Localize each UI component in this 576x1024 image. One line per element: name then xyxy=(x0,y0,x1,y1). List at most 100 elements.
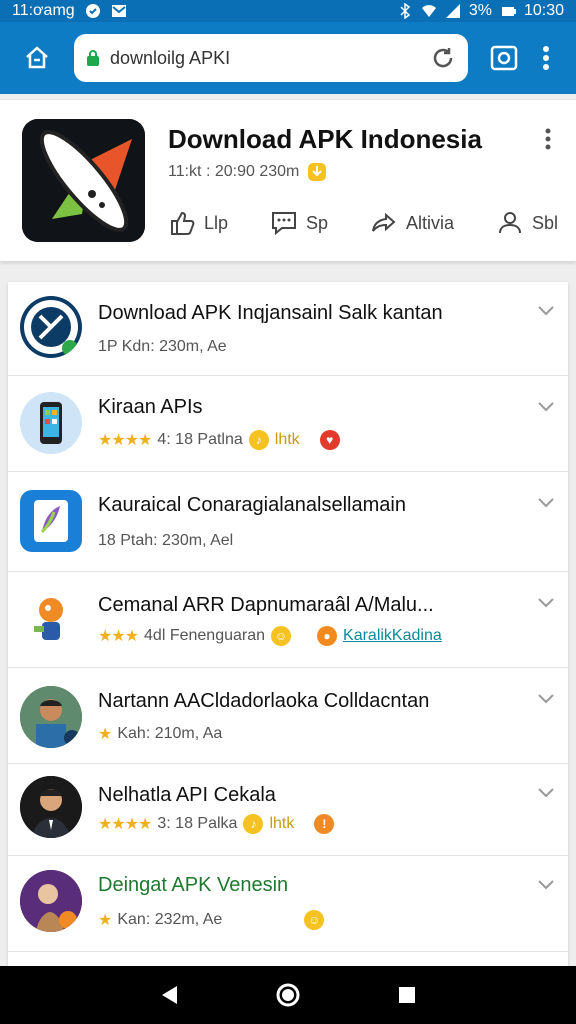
share-icon xyxy=(372,212,396,232)
status-bar: 11:ơamg 3% 10:30 xyxy=(0,0,576,22)
address-bar[interactable]: downloilg APKI xyxy=(74,34,468,82)
item-title: Kauraical Conaragialanalsellamain xyxy=(98,494,406,516)
more-vert-icon xyxy=(545,128,551,150)
rating-stars: ★ xyxy=(98,912,112,929)
tabs-button[interactable] xyxy=(480,34,528,82)
item-link[interactable]: KaralikKadina xyxy=(343,627,442,645)
chevron-down-icon[interactable] xyxy=(538,598,554,608)
list-item[interactable]: Kiraan APIs ★★★★ 4: 18 Patlna ♪ lhtk ♥ xyxy=(8,376,568,472)
app-list: Download APK Inqjansainl Salk kantan 1P … xyxy=(8,282,568,966)
battery-percent: 3% xyxy=(468,2,492,19)
chevron-down-icon[interactable] xyxy=(538,306,554,316)
notification-icon xyxy=(85,4,100,18)
like-button[interactable]: Llp xyxy=(168,209,228,237)
app-meta: 11:kt : 20:90 230m xyxy=(168,162,327,182)
save-icon xyxy=(498,211,521,234)
item-title: Deingat APK Venesin xyxy=(98,874,289,896)
mail-icon xyxy=(111,5,126,17)
back-icon xyxy=(162,986,178,1004)
like-label: Llp xyxy=(204,212,229,233)
list-item[interactable]: Cemanal ARR Dapnumaraâl A/Malu... ★★★ 4d… xyxy=(8,572,568,668)
battery-icon xyxy=(501,7,516,16)
system-nav-bar xyxy=(0,966,576,1024)
app-header-card: Download APK Indonesia 11:kt : 20:90 230… xyxy=(0,100,576,262)
item-meta: 1P Kdn: 230m, Ae xyxy=(98,338,227,355)
item-icon xyxy=(20,588,82,650)
item-icon xyxy=(20,296,82,358)
share-button[interactable]: Altivia xyxy=(370,209,454,237)
list-item[interactable]: Nartann AACldadorlaoka Colldacntan ★ Kah… xyxy=(8,668,568,764)
lock-icon xyxy=(87,50,99,66)
smile-icon: ☺ xyxy=(304,910,325,930)
url-text[interactable]: downloilg APKI xyxy=(110,48,430,69)
item-icon xyxy=(20,392,82,454)
app-icon[interactable] xyxy=(22,119,145,242)
list-item[interactable]: Nelhatla API Cekala ★★★★ 3: 18 Palka ♪ l… xyxy=(8,764,568,856)
item-icon xyxy=(20,870,82,932)
rating-stars: ★★★★ xyxy=(98,432,152,449)
item-subtitle: ★★★★ 3: 18 Palka ♪ lhtk ! xyxy=(98,814,335,834)
status-time-left: 11:ơamg xyxy=(12,2,75,19)
item-extra: lhtk xyxy=(274,431,300,448)
heart-icon: ♥ xyxy=(319,430,340,450)
app-more-button[interactable] xyxy=(538,126,558,152)
back-button[interactable] xyxy=(152,978,186,1012)
item-meta: 4: 18 Patlna xyxy=(157,431,243,448)
comment-button[interactable]: Sp xyxy=(270,209,328,237)
camera-icon: ● xyxy=(317,626,338,646)
item-meta: Kah: 210m, Aa xyxy=(117,725,223,742)
signal-icon xyxy=(445,4,460,18)
chevron-down-icon[interactable] xyxy=(538,498,554,508)
home-nav-button[interactable] xyxy=(271,978,305,1012)
bell-icon: ♪ xyxy=(248,430,269,450)
item-icon xyxy=(20,776,82,838)
tabs-icon xyxy=(490,45,518,71)
list-item[interactable]: Download APK Inqjansainl Salk kantan 1P … xyxy=(8,282,568,376)
app-title: Download APK Indonesia xyxy=(168,124,482,154)
overflow-menu-button[interactable] xyxy=(528,34,564,82)
item-meta: 4dl Fenenguaran xyxy=(144,627,266,644)
item-title: Kiraan APIs xyxy=(98,396,203,418)
rating-stars: ★★★ xyxy=(98,628,139,645)
app-meta-text: 11:kt : 20:90 230m xyxy=(168,163,300,180)
status-time-right: 10:30 xyxy=(523,2,564,19)
chevron-down-icon[interactable] xyxy=(538,402,554,412)
alert-icon: ! xyxy=(314,814,335,834)
item-meta: 3: 18 Palka xyxy=(157,815,238,832)
comment-label: Sp xyxy=(306,212,329,233)
rating-stars: ★★★★ xyxy=(98,816,152,833)
rating-stars: ★ xyxy=(98,726,112,743)
circle-home-icon xyxy=(276,983,300,1007)
save-label: Sbl xyxy=(531,212,558,233)
chevron-down-icon[interactable] xyxy=(538,788,554,798)
item-title: Download APK Inqjansainl Salk kantan xyxy=(98,302,443,324)
item-subtitle: ★ Kah: 210m, Aa xyxy=(98,724,222,744)
share-label: Altivia xyxy=(406,212,455,233)
item-extra: lhtk xyxy=(269,815,295,832)
wifi-icon xyxy=(421,5,436,17)
reload-icon[interactable] xyxy=(430,45,456,71)
more-vert-icon xyxy=(543,46,549,70)
app-logo-icon xyxy=(22,119,145,242)
item-meta: 18 Ptah: 230m, Ael xyxy=(98,532,234,549)
home-button[interactable] xyxy=(12,33,62,83)
app-actions: Llp Sp Altivia Sbl xyxy=(168,203,558,243)
bluetooth-icon xyxy=(400,3,410,19)
item-subtitle: ★ Kan: 232m, Ae ☺ xyxy=(98,910,325,930)
chevron-down-icon[interactable] xyxy=(538,694,554,704)
smile-icon: ☺ xyxy=(271,626,292,646)
comment-icon xyxy=(272,212,296,236)
item-icon xyxy=(20,490,82,552)
list-item[interactable]: Deingat APK Venesin ★ Kan: 232m, Ae ☺ xyxy=(8,856,568,952)
item-subtitle: 1P Kdn: 230m, Ae xyxy=(98,338,227,356)
chevron-down-icon[interactable] xyxy=(538,880,554,890)
list-item[interactable]: Kauraical Conaragialanalsellamain 18 Pta… xyxy=(8,472,568,572)
home-icon xyxy=(26,46,48,69)
recents-button[interactable] xyxy=(390,978,424,1012)
item-subtitle: ★★★ 4dl Fenenguaran ☺ ● KaralikKadina xyxy=(98,626,442,646)
save-button[interactable]: Sbl xyxy=(496,209,558,237)
item-subtitle: ★★★★ 4: 18 Patlna ♪ lhtk ♥ xyxy=(98,430,340,450)
item-title: Nelhatla API Cekala xyxy=(98,784,276,806)
item-subtitle: 18 Ptah: 230m, Ael xyxy=(98,532,233,550)
download-badge-icon xyxy=(308,163,327,181)
